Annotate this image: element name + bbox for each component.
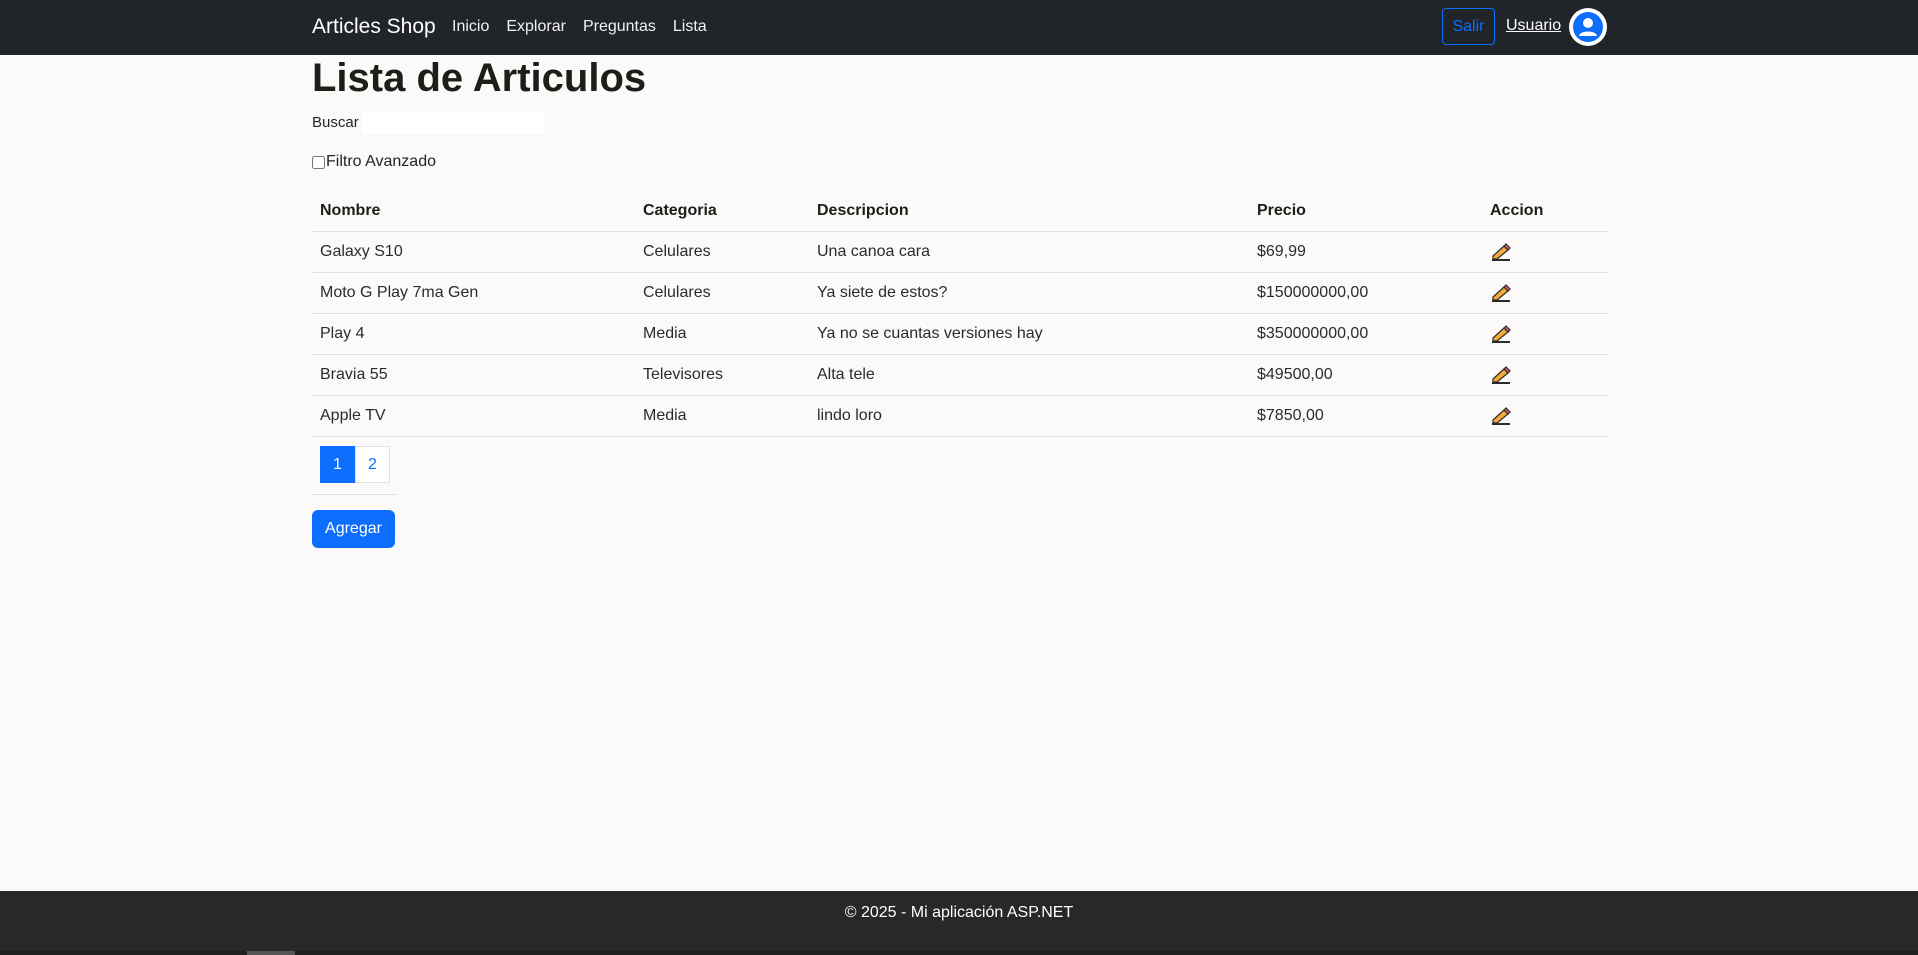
nav-link-preguntas[interactable]: Preguntas <box>583 18 656 36</box>
nav-links: Inicio Explorar Preguntas Lista <box>452 18 707 36</box>
articles-table: Nombre Categoria Descripcion Precio Acci… <box>312 191 1608 437</box>
advanced-filter-row: Filtro Avanzado <box>312 153 436 171</box>
page-link-1[interactable]: 1 <box>320 446 355 483</box>
table-row: Galaxy S10 Celulares Una canoa cara $69,… <box>312 231 1608 273</box>
edit-pencil-icon[interactable] <box>1490 283 1512 303</box>
cell-descripcion: Ya no se cuantas versiones hay <box>809 313 1249 355</box>
cell-nombre: Galaxy S10 <box>312 231 635 273</box>
pagination: 1 2 <box>312 445 398 495</box>
cell-precio: $150000000,00 <box>1249 272 1482 314</box>
header-categoria: Categoria <box>635 191 809 232</box>
footer: © 2025 - Mi aplicación ASP.NET <box>0 891 1918 955</box>
cell-nombre: Play 4 <box>312 313 635 355</box>
cell-precio: $350000000,00 <box>1249 313 1482 355</box>
cell-nombre: Moto G Play 7ma Gen <box>312 272 635 314</box>
cell-precio: $7850,00 <box>1249 395 1482 437</box>
table-row: Play 4 Media Ya no se cuantas versiones … <box>312 313 1608 355</box>
page-link-2[interactable]: 2 <box>355 446 390 483</box>
header-descripcion: Descripcion <box>809 191 1249 232</box>
table-row: Bravia 55 Televisores Alta tele $49500,0… <box>312 354 1608 396</box>
nav-link-inicio[interactable]: Inicio <box>452 18 489 36</box>
pagination-list: 1 2 <box>320 446 390 483</box>
cell-descripcion: lindo loro <box>809 395 1249 437</box>
cell-categoria: Celulares <box>635 231 809 273</box>
cell-precio: $49500,00 <box>1249 354 1482 396</box>
cell-precio: $69,99 <box>1249 231 1482 273</box>
advanced-filter-checkbox[interactable] <box>312 155 325 169</box>
table-row: Moto G Play 7ma Gen Celulares Ya siete d… <box>312 272 1608 314</box>
header-precio: Precio <box>1249 191 1482 232</box>
cell-accion <box>1482 231 1608 273</box>
footer-copyright: © 2025 - Mi aplicación ASP.NET <box>844 904 1074 921</box>
cell-accion <box>1482 354 1608 396</box>
cell-categoria: Media <box>635 395 809 437</box>
nav-link-lista[interactable]: Lista <box>673 18 707 36</box>
search-label: Buscar <box>312 114 359 131</box>
edit-pencil-icon[interactable] <box>1490 242 1512 262</box>
top-navbar: Articles Shop Inicio Explorar Preguntas … <box>0 0 1918 55</box>
cell-categoria: Televisores <box>635 354 809 396</box>
table-header-row: Nombre Categoria Descripcion Precio Acci… <box>312 191 1608 232</box>
page-title: Lista de Articulos <box>312 56 647 100</box>
nav-link-explorar[interactable]: Explorar <box>506 18 566 36</box>
table-row: Apple TV Media lindo loro $7850,00 <box>312 395 1608 437</box>
cell-descripcion: Ya siete de estos? <box>809 272 1249 314</box>
cell-categoria: Celulares <box>635 272 809 314</box>
cell-descripcion: Una canoa cara <box>809 231 1249 273</box>
user-avatar-icon[interactable] <box>1568 7 1608 47</box>
cell-nombre: Bravia 55 <box>312 354 635 396</box>
edit-pencil-icon[interactable] <box>1490 406 1512 426</box>
cell-accion <box>1482 395 1608 437</box>
cell-nombre: Apple TV <box>312 395 635 437</box>
footer-strip-segment <box>247 951 295 955</box>
brand-link[interactable]: Articles Shop <box>312 15 436 39</box>
logout-button[interactable]: Salir <box>1442 8 1495 45</box>
add-button[interactable]: Agregar <box>312 510 395 548</box>
cell-accion <box>1482 313 1608 355</box>
search-input[interactable] <box>362 112 544 134</box>
user-profile-link[interactable]: Usuario <box>1506 17 1561 35</box>
cell-categoria: Media <box>635 313 809 355</box>
advanced-filter-label[interactable]: Filtro Avanzado <box>326 153 436 171</box>
edit-pencil-icon[interactable] <box>1490 324 1512 344</box>
header-nombre: Nombre <box>312 191 635 232</box>
cell-accion <box>1482 272 1608 314</box>
edit-pencil-icon[interactable] <box>1490 365 1512 385</box>
header-accion: Accion <box>1482 191 1608 232</box>
cell-descripcion: Alta tele <box>809 354 1249 396</box>
